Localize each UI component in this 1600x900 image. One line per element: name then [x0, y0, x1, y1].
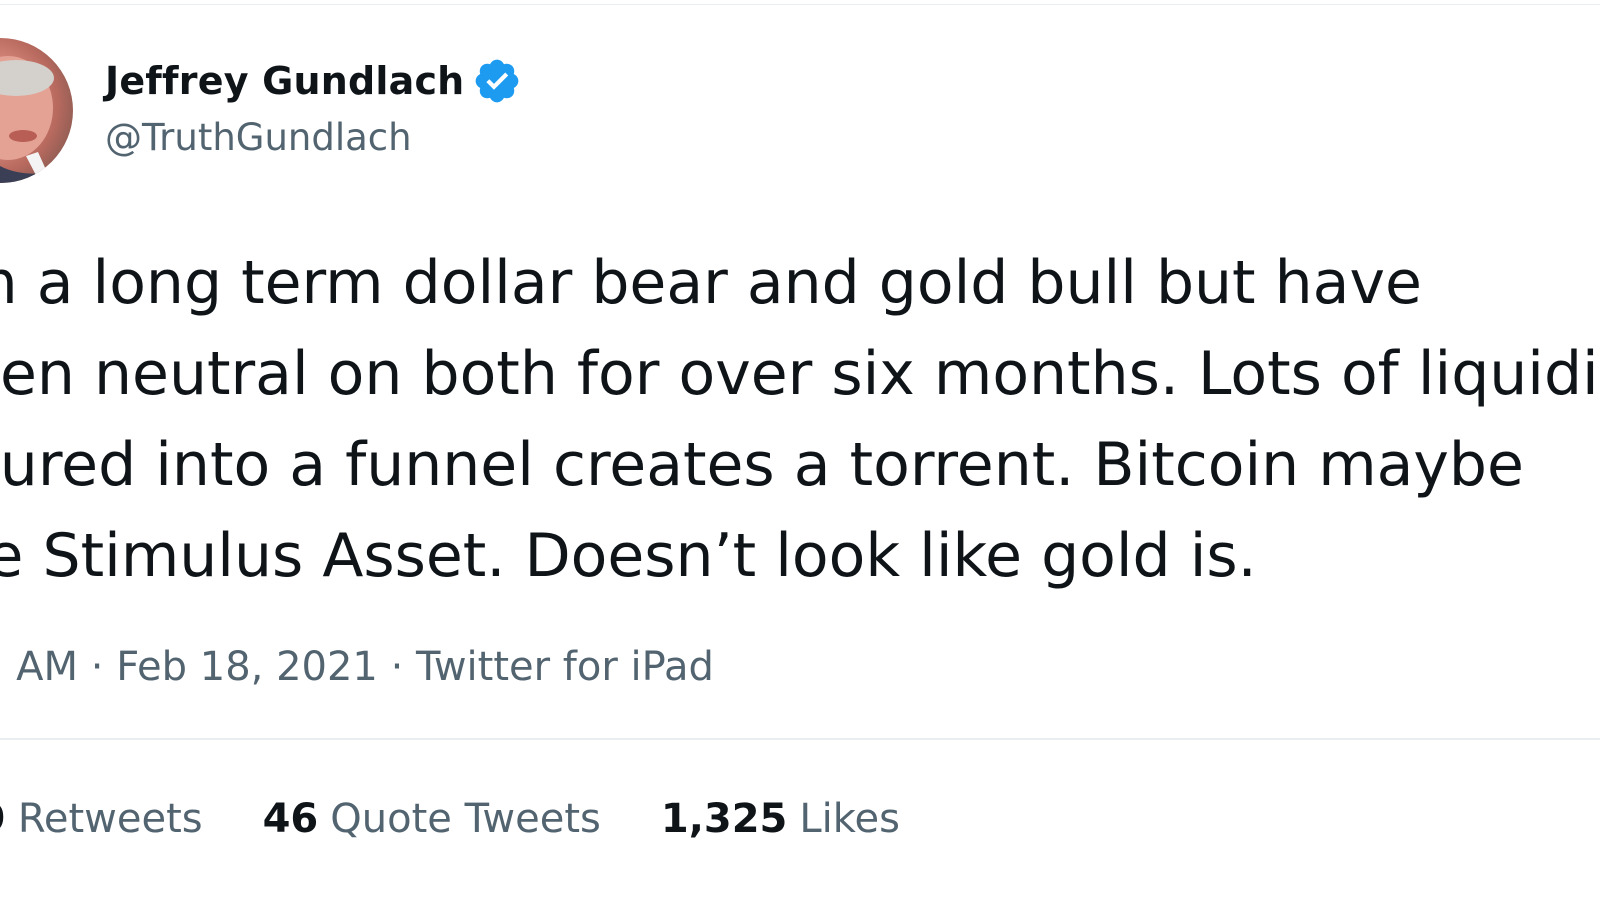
quote-tweets-count: 46	[262, 796, 319, 842]
tweet-stats: 9 Retweets 46 Quote Tweets 1,325 Likes	[0, 792, 960, 846]
tweet-source[interactable]: Twitter for iPad	[416, 644, 714, 690]
author-handle[interactable]: @TruthGundlach	[105, 113, 412, 163]
tweet-date[interactable]: Feb 18, 2021	[116, 644, 378, 690]
tweet-text-line: I'm a long term dollar bear and gold bul…	[0, 248, 1422, 318]
avatar-photo	[0, 56, 73, 183]
tweet-time[interactable]: 5 AM	[0, 644, 78, 690]
top-divider	[0, 4, 1600, 5]
tweet-text-line: the Stimulus Asset. Doesn’t look like go…	[0, 521, 1257, 591]
likes-count: 1,325	[660, 796, 788, 842]
avatar[interactable]	[0, 38, 73, 183]
quote-tweets-stat[interactable]: 46 Quote Tweets	[263, 792, 601, 846]
author-name[interactable]: Jeffrey Gundlach	[105, 56, 522, 106]
retweets-stat[interactable]: 9 Retweets	[0, 792, 203, 846]
tweet-text-line: been neutral on both for over six months…	[0, 339, 1600, 409]
tweet-meta: 5 AM · Feb 18, 2021 · Twitter for iPad	[0, 640, 714, 694]
meta-separator: ·	[90, 644, 104, 690]
meta-separator: ·	[390, 644, 404, 690]
retweets-count: 9	[0, 792, 6, 846]
author-name-text[interactable]: Jeffrey Gundlach	[105, 56, 464, 106]
likes-label: Likes	[799, 796, 900, 842]
verified-badge-icon	[472, 56, 522, 106]
retweets-label: Retweets	[17, 796, 203, 842]
quote-tweets-label: Quote Tweets	[330, 796, 601, 842]
stats-divider	[0, 738, 1600, 740]
tweet-text-line: poured into a funnel creates a torrent. …	[0, 430, 1524, 500]
likes-stat[interactable]: 1,325 Likes	[661, 792, 900, 846]
tweet-text: I'm a long term dollar bear and gold bul…	[0, 238, 1600, 602]
